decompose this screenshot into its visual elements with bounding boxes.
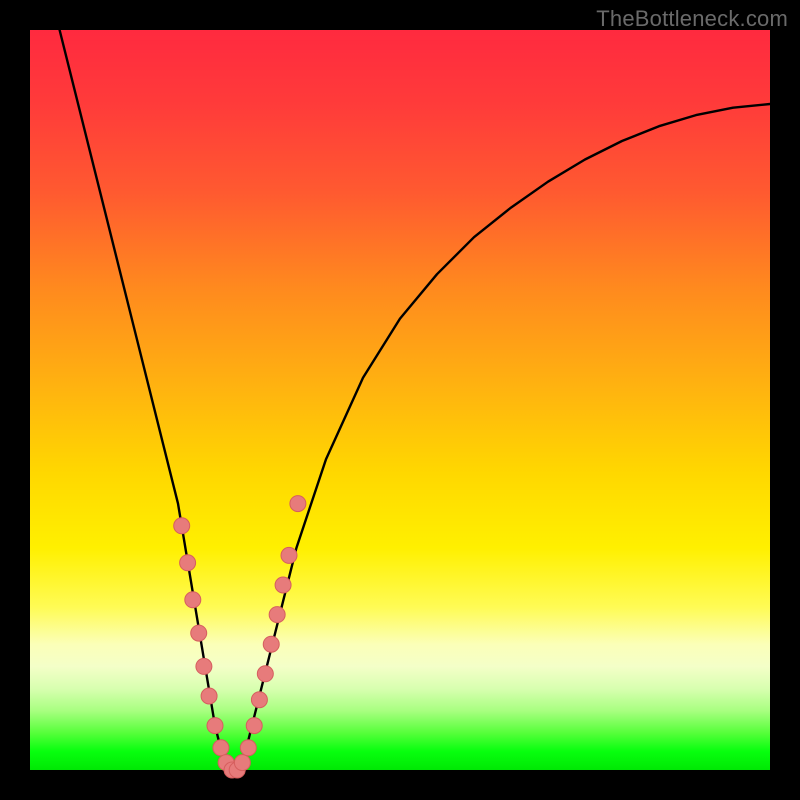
- scatter-point: [174, 518, 190, 534]
- scatter-point: [234, 755, 250, 771]
- scatter-point: [251, 692, 267, 708]
- scatter-point: [207, 718, 223, 734]
- scatter-point: [185, 592, 201, 608]
- scatter-point: [290, 496, 306, 512]
- scatter-point: [180, 555, 196, 571]
- scatter-point: [196, 658, 212, 674]
- scatter-point: [213, 740, 229, 756]
- chart-svg: [30, 30, 770, 770]
- scatter-point: [263, 636, 279, 652]
- bottleneck-curve: [60, 30, 770, 770]
- scatter-point: [275, 577, 291, 593]
- scatter-point: [257, 666, 273, 682]
- scatter-point: [201, 688, 217, 704]
- watermark-text: TheBottleneck.com: [596, 6, 788, 32]
- scatter-point: [269, 607, 285, 623]
- scatter-point: [246, 718, 262, 734]
- scatter-markers: [174, 496, 306, 778]
- plot-area: [30, 30, 770, 770]
- scatter-point: [281, 547, 297, 563]
- scatter-point: [191, 625, 207, 641]
- scatter-point: [240, 740, 256, 756]
- chart-stage: TheBottleneck.com: [0, 0, 800, 800]
